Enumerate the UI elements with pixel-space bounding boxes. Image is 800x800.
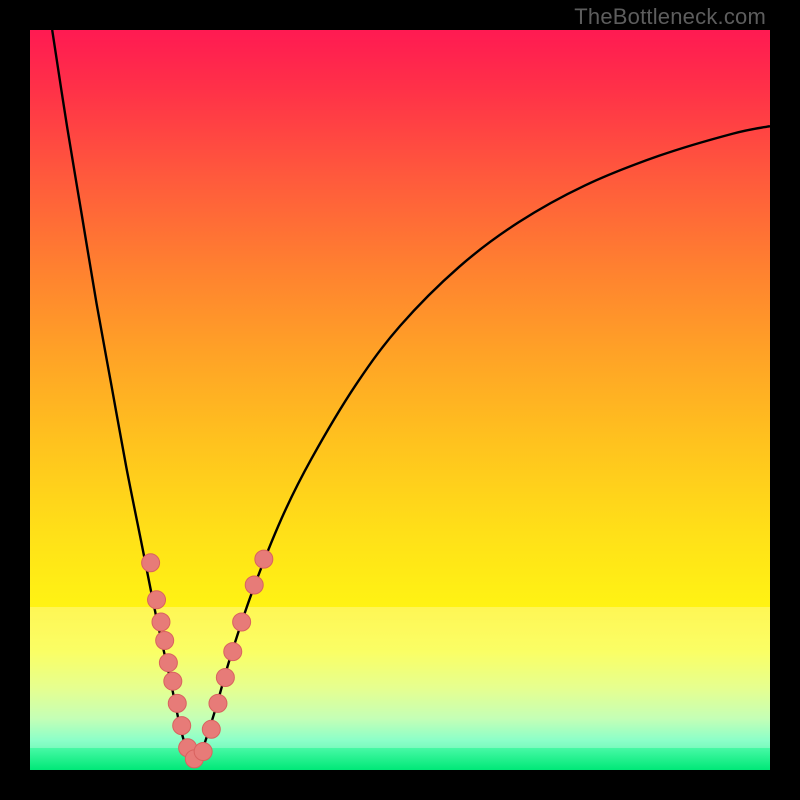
data-marker	[148, 591, 166, 609]
data-marker	[255, 550, 273, 568]
data-marker	[245, 576, 263, 594]
curve-svg	[30, 30, 770, 770]
data-marker	[216, 669, 234, 687]
chart-frame: TheBottleneck.com	[0, 0, 800, 800]
data-marker	[152, 613, 170, 631]
data-marker	[168, 694, 186, 712]
data-marker	[233, 613, 251, 631]
data-marker	[173, 717, 191, 735]
data-marker	[156, 632, 174, 650]
watermark-text: TheBottleneck.com	[574, 4, 766, 30]
data-marker	[159, 654, 177, 672]
data-marker	[194, 743, 212, 761]
data-marker	[209, 694, 227, 712]
bottleneck-curve-path	[52, 30, 770, 764]
data-marker	[164, 672, 182, 690]
plot-area	[30, 30, 770, 770]
data-marker	[142, 554, 160, 572]
data-marker	[202, 720, 220, 738]
data-marker	[224, 643, 242, 661]
marker-group	[142, 550, 273, 768]
